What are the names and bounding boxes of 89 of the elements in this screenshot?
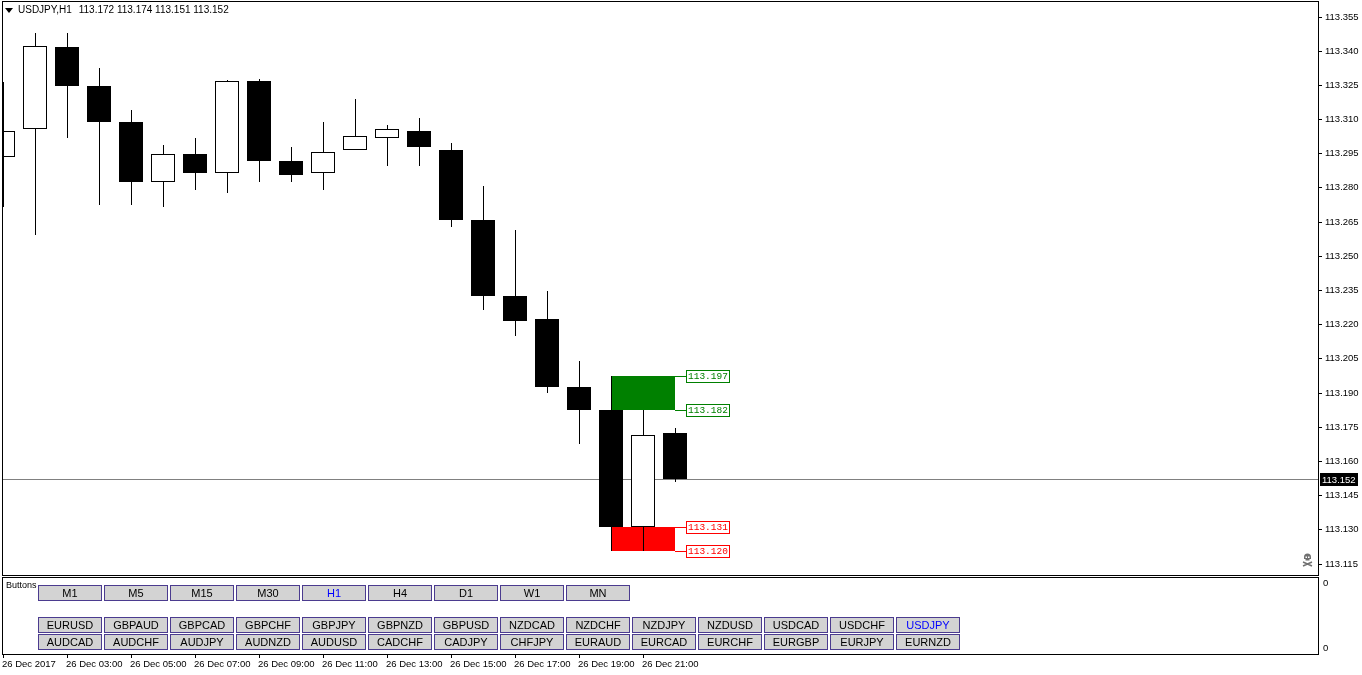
- timeframe-button[interactable]: W1: [500, 585, 564, 601]
- leader-line: [674, 551, 687, 552]
- symbol-button[interactable]: GBPJPY: [302, 617, 366, 633]
- symbol-button[interactable]: NZDUSD: [698, 617, 762, 633]
- leader-line: [674, 376, 687, 377]
- timeframe-button[interactable]: H1: [302, 585, 366, 601]
- axis-label: 0: [1323, 642, 1329, 654]
- time-label: 26 Dec 07:00: [194, 658, 251, 669]
- axis-label: 113.325: [1325, 78, 1359, 91]
- time-label: 26 Dec 13:00: [386, 658, 443, 669]
- axis-label: 113.115: [1325, 557, 1358, 570]
- symbol-button[interactable]: EURJPY: [830, 634, 894, 650]
- symbol-button[interactable]: GBPUSD: [434, 617, 498, 633]
- symbol-button[interactable]: NZDJPY: [632, 617, 696, 633]
- symbol-button[interactable]: EURCAD: [632, 634, 696, 650]
- time-label: 26 Dec 15:00: [450, 658, 507, 669]
- time-label: 26 Dec 09:00: [258, 658, 315, 669]
- symbol-button[interactable]: EURAUD: [566, 634, 630, 650]
- axis-label: 113.295: [1325, 147, 1359, 160]
- symbol-button[interactable]: AUDCHF: [104, 634, 168, 650]
- symbol-button[interactable]: GBPCHF: [236, 617, 300, 633]
- symbol-button[interactable]: AUDCAD: [38, 634, 102, 650]
- axis-label: 113.160: [1325, 454, 1359, 467]
- time-label: 26 Dec 2017: [2, 658, 56, 669]
- symbol-button[interactable]: USDCAD: [764, 617, 828, 633]
- axis-label: 113.280: [1325, 181, 1359, 194]
- axis-label: 113.175: [1325, 420, 1359, 433]
- axis-label: 113.265: [1325, 215, 1359, 228]
- axis-label: 113.340: [1325, 44, 1359, 57]
- axis-label: 113.220: [1325, 318, 1359, 331]
- symbol-button[interactable]: EURUSD: [38, 617, 102, 633]
- symbol-button[interactable]: CADJPY: [434, 634, 498, 650]
- symbol-button[interactable]: USDCHF: [830, 617, 894, 633]
- axis-label: 113.235: [1325, 284, 1359, 296]
- timeframe-button[interactable]: D1: [434, 585, 498, 601]
- time-label: 26 Dec 11:00: [322, 658, 378, 669]
- time-label: 26 Dec 03:00: [66, 658, 123, 669]
- leader-line: [674, 527, 687, 528]
- time-label: 26 Dec 19:00: [578, 658, 635, 669]
- price-label: 113.120: [686, 545, 730, 558]
- skull-icon: [1302, 553, 1313, 567]
- symbol-button[interactable]: AUDUSD: [302, 634, 366, 650]
- symbol-button[interactable]: GBPCAD: [170, 617, 234, 633]
- symbol-button[interactable]: AUDNZD: [236, 634, 300, 650]
- symbol-button[interactable]: EURNZD: [896, 634, 960, 650]
- price-quote: 113.172 113.174 113.151 113.152: [78, 4, 229, 16]
- symbol-button[interactable]: AUDJPY: [170, 634, 234, 650]
- time-label: 26 Dec 21:00: [642, 658, 699, 669]
- bearish-candle: [279, 146, 303, 183]
- timeframe-button[interactable]: M30: [236, 585, 300, 601]
- time-label: 26 Dec 05:00: [130, 658, 187, 669]
- timeframe-button[interactable]: M5: [104, 585, 168, 601]
- timeframe-button[interactable]: M1: [38, 585, 102, 601]
- bullish-candle: [375, 124, 399, 167]
- symbol-button[interactable]: EURCHF: [698, 634, 762, 650]
- timeframe-button[interactable]: H4: [368, 585, 432, 601]
- timeframe-button[interactable]: MN: [566, 585, 630, 601]
- bearish-candle: [183, 137, 207, 191]
- price-label: 113.197: [686, 370, 730, 383]
- symbol-button[interactable]: GBPAUD: [104, 617, 168, 633]
- time-label: 26 Dec 17:00: [514, 658, 571, 669]
- chart-symbol: USDJPY,H1: [18, 4, 72, 16]
- symbol-button[interactable]: EURGBP: [764, 634, 828, 650]
- current-price-label: 113.152: [1320, 473, 1358, 486]
- bullish-candle: [343, 98, 367, 151]
- caret-icon[interactable]: [5, 7, 13, 13]
- axis-label: 113.205: [1325, 352, 1359, 365]
- timeframe-button[interactable]: M15: [170, 585, 234, 601]
- symbol-button[interactable]: NZDCAD: [500, 617, 564, 633]
- symbol-button[interactable]: USDJPY: [896, 617, 960, 633]
- axis-label: 113.355: [1325, 10, 1359, 23]
- symbol-button[interactable]: NZDCHF: [566, 617, 630, 633]
- symbol-button[interactable]: GBPNZD: [368, 617, 432, 633]
- axis-label: 113.190: [1325, 386, 1359, 399]
- axis-label: 0: [1323, 577, 1329, 589]
- axis-label: 113.130: [1325, 523, 1359, 536]
- symbol-button[interactable]: CHFJPY: [500, 634, 564, 650]
- bullish-candle: [151, 144, 175, 208]
- axis-label: 113.145: [1325, 489, 1359, 502]
- price-label: 113.131: [686, 521, 730, 534]
- bullish-candle: [311, 121, 335, 191]
- bearish-candle: [407, 117, 431, 167]
- leader-line: [674, 410, 687, 411]
- bearish-candle: [663, 427, 687, 483]
- price-label: 113.182: [686, 404, 730, 417]
- symbol-button[interactable]: CADCHF: [368, 634, 432, 650]
- axis-label: 113.250: [1325, 249, 1359, 262]
- indicator-title: Buttons: [6, 580, 37, 591]
- axis-label: 113.310: [1325, 113, 1359, 126]
